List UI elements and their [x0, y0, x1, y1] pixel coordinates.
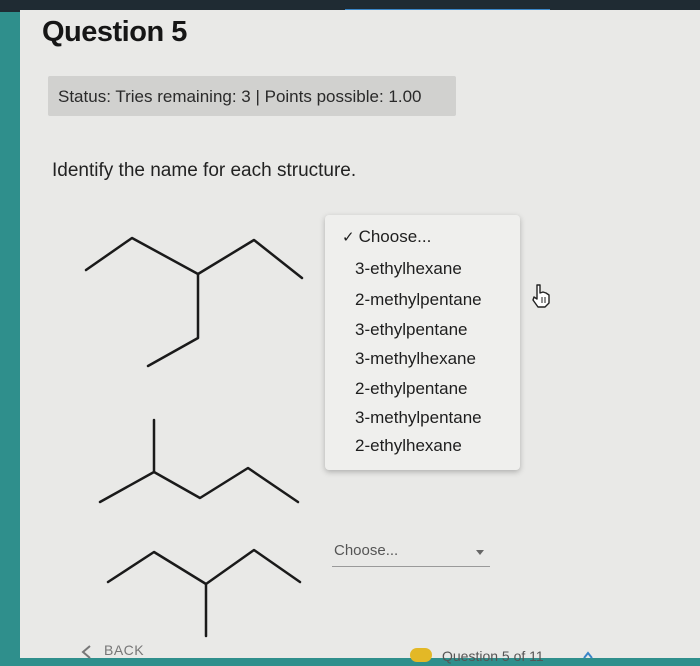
- status-box: Status: Tries remaining: 3 | Points poss…: [48, 76, 456, 116]
- dropdown-option[interactable]: 3-methylpentane: [355, 408, 482, 428]
- chevron-up-icon[interactable]: [582, 650, 594, 660]
- structure-diagrams: [84, 236, 304, 638]
- answer-dropdown-menu[interactable]: ✓ Choose... 3-ethylhexane 2-methylpentane…: [325, 215, 520, 470]
- back-label: BACK: [104, 642, 145, 658]
- structure-3: [106, 548, 302, 638]
- question-title: Question 5: [42, 16, 187, 48]
- dropdown-option[interactable]: 3-ethylpentane: [355, 320, 467, 340]
- question-progress[interactable]: Question 5 of 11: [410, 646, 593, 666]
- answer-select-structure-3[interactable]: Choose...: [332, 540, 490, 567]
- status-text: Status: Tries remaining: 3 | Points poss…: [58, 87, 422, 106]
- progress-indicator: [410, 648, 432, 662]
- dropdown-option[interactable]: 3-ethylhexane: [355, 259, 462, 279]
- select-placeholder: Choose...: [334, 542, 399, 559]
- caret-down-icon: [476, 550, 484, 555]
- dropdown-option[interactable]: 3-methylhexane: [355, 349, 476, 369]
- question-page: Question 5 Status: Tries remaining: 3 | …: [20, 10, 700, 664]
- progress-text: Question 5 of 11: [442, 648, 544, 664]
- checkmark-icon: ✓: [342, 229, 355, 246]
- dropdown-option[interactable]: 2-ethylhexane: [355, 436, 462, 456]
- dropdown-option[interactable]: 2-ethylpentane: [355, 379, 467, 399]
- structure-2: [98, 418, 300, 504]
- question-prompt: Identify the name for each structure.: [52, 160, 357, 181]
- hand-pointer-icon: [532, 284, 550, 308]
- structure-1: [84, 236, 304, 368]
- dropdown-option-choose[interactable]: ✓ Choose...: [342, 227, 431, 247]
- dropdown-option[interactable]: 2-methylpentane: [355, 290, 482, 310]
